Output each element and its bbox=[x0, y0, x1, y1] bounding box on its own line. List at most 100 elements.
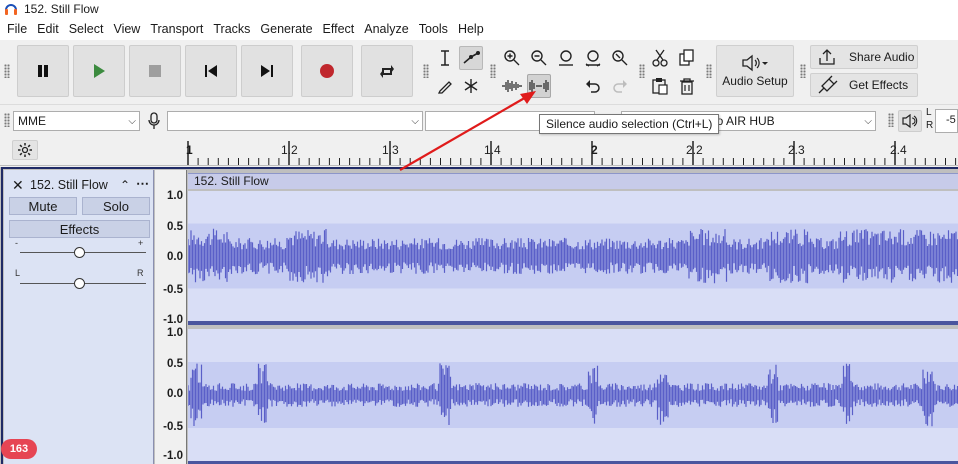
transport-toolbar-grip[interactable] bbox=[4, 64, 10, 78]
zoom-toggle-button[interactable] bbox=[608, 46, 632, 70]
main-toolbar: Audio Setup Share Audio Get Effects bbox=[0, 40, 958, 102]
paste-icon bbox=[652, 78, 668, 95]
menu-tracks[interactable]: Tracks bbox=[208, 18, 255, 40]
cut-button[interactable] bbox=[648, 46, 672, 70]
silence-audio-icon bbox=[529, 80, 549, 92]
skip-to-end-button[interactable] bbox=[241, 45, 293, 97]
edit-toolbar-grip[interactable] bbox=[490, 64, 496, 78]
menu-select[interactable]: Select bbox=[64, 18, 109, 40]
window-title: 152. Still Flow bbox=[24, 2, 99, 16]
get-effects-button[interactable]: Get Effects bbox=[810, 73, 918, 97]
audio-clip[interactable]: 152. Still Flow bbox=[188, 170, 958, 464]
playback-meter[interactable]: -5 bbox=[935, 109, 958, 133]
amplitude-label: -0.5 bbox=[163, 284, 183, 296]
audacity-logo-icon bbox=[5, 4, 17, 15]
pencil-icon bbox=[437, 81, 452, 94]
skip-to-end-icon bbox=[261, 65, 273, 77]
share-audio-button[interactable]: Share Audio bbox=[810, 45, 918, 69]
silence-audio-button[interactable] bbox=[527, 74, 551, 98]
trash-icon bbox=[680, 78, 694, 95]
multi-tool-button[interactable] bbox=[459, 74, 483, 98]
track-name[interactable]: 152. Still Flow bbox=[30, 176, 108, 194]
pause-button[interactable] bbox=[17, 45, 69, 97]
share-toolbar-grip[interactable] bbox=[800, 64, 806, 78]
amplitude-label: 1.0 bbox=[167, 327, 183, 339]
recording-device-select[interactable]: ⌵ bbox=[167, 111, 423, 131]
track-control-panel[interactable]: ✕ 152. Still Flow ⌃ ⋯ Mute Solo Effects … bbox=[4, 170, 154, 464]
zoom-in-button[interactable] bbox=[500, 46, 524, 70]
paste-button[interactable] bbox=[648, 74, 672, 98]
stop-button[interactable] bbox=[129, 45, 181, 97]
redo-button[interactable] bbox=[608, 74, 632, 98]
zoom-out-button[interactable] bbox=[527, 46, 551, 70]
menu-edit[interactable]: Edit bbox=[32, 18, 64, 40]
fit-selection-button[interactable] bbox=[554, 46, 578, 70]
close-track-icon[interactable]: ✕ bbox=[12, 176, 24, 194]
effects-button[interactable]: Effects bbox=[9, 220, 150, 238]
amplitude-label: 1.0 bbox=[167, 190, 183, 202]
gain-slider-handle[interactable] bbox=[74, 247, 85, 258]
gain-minus-label: - bbox=[15, 238, 18, 248]
audio-setup-button[interactable]: Audio Setup bbox=[716, 45, 794, 97]
copy-button[interactable] bbox=[675, 46, 699, 70]
tools-toolbar-grip[interactable] bbox=[423, 64, 429, 78]
menu-tools[interactable]: Tools bbox=[414, 18, 453, 40]
channel-separator bbox=[188, 321, 958, 325]
selection-tool-button[interactable] bbox=[433, 46, 457, 70]
meter-right-label: R bbox=[926, 120, 934, 131]
stop-icon bbox=[149, 65, 161, 77]
skip-to-start-button[interactable] bbox=[185, 45, 237, 97]
loop-button[interactable] bbox=[361, 45, 413, 97]
menu-bar: File Edit Select View Transport Tracks G… bbox=[0, 18, 958, 40]
timeline-ruler[interactable]: 1 1.2 1.3 1.4 2 2.2 2.3 2.4 bbox=[0, 134, 958, 166]
zoom-selection-icon bbox=[559, 50, 573, 66]
record-button[interactable] bbox=[301, 45, 353, 97]
audio-setup-toolbar-grip[interactable] bbox=[706, 64, 712, 78]
track-menu-icon[interactable]: ⋯ bbox=[136, 176, 149, 192]
mute-button[interactable]: Mute bbox=[9, 197, 77, 215]
meter-value: -5 bbox=[946, 114, 956, 126]
waveform[interactable] bbox=[188, 189, 958, 464]
menu-file[interactable]: File bbox=[2, 18, 32, 40]
chevron-down-icon: ⌵ bbox=[864, 116, 872, 127]
speaker-icon bbox=[902, 114, 918, 128]
trim-audio-button[interactable] bbox=[500, 74, 524, 98]
clipboard-toolbar-grip[interactable] bbox=[639, 64, 645, 78]
menu-transport[interactable]: Transport bbox=[145, 18, 208, 40]
solo-button[interactable]: Solo bbox=[82, 197, 150, 215]
device-toolbar-grip[interactable] bbox=[4, 113, 10, 127]
playback-meter-button[interactable] bbox=[898, 110, 922, 132]
zoom-out-icon bbox=[531, 50, 547, 66]
ruler-tick-label: 1 bbox=[186, 143, 193, 157]
menu-view[interactable]: View bbox=[108, 18, 145, 40]
menu-analyze[interactable]: Analyze bbox=[359, 18, 413, 40]
ruler-tick-label: 2 bbox=[591, 143, 598, 157]
meter-toolbar-grip[interactable] bbox=[888, 113, 894, 127]
fit-project-button[interactable] bbox=[581, 46, 605, 70]
ruler-ticks bbox=[187, 141, 957, 165]
collapse-track-icon[interactable]: ⌃ bbox=[120, 176, 130, 194]
amplitude-label: -1.0 bbox=[163, 314, 183, 326]
undo-button[interactable] bbox=[581, 74, 605, 98]
menu-help[interactable]: Help bbox=[453, 18, 489, 40]
amplitude-label: 0.5 bbox=[167, 221, 183, 233]
track-area[interactable]: ✕ 152. Still Flow ⌃ ⋯ Mute Solo Effects … bbox=[0, 167, 958, 464]
title-bar: 152. Still Flow bbox=[0, 0, 958, 18]
share-audio-label: Share Audio bbox=[849, 50, 915, 64]
track-header: ✕ 152. Still Flow ⌃ ⋯ bbox=[4, 176, 154, 194]
clip-header[interactable]: 152. Still Flow bbox=[188, 173, 958, 189]
play-icon bbox=[94, 64, 105, 78]
chevron-down-icon: ⌵ bbox=[128, 116, 136, 127]
ruler-tick-label: 1.4 bbox=[484, 143, 501, 157]
menu-effect[interactable]: Effect bbox=[318, 18, 360, 40]
draw-tool-button[interactable] bbox=[433, 74, 457, 98]
envelope-tool-button[interactable] bbox=[459, 46, 483, 70]
vertical-amplitude-ruler[interactable]: 1.0 0.5 0.0 -0.5 -1.0 1.0 0.5 0.0 -0.5 -… bbox=[155, 170, 187, 464]
play-button[interactable] bbox=[73, 45, 125, 97]
get-effects-label: Get Effects bbox=[849, 78, 909, 92]
menu-generate[interactable]: Generate bbox=[255, 18, 317, 40]
audio-host-select[interactable]: MME ⌵ bbox=[13, 111, 140, 131]
pan-slider-handle[interactable] bbox=[74, 278, 85, 289]
plug-icon bbox=[818, 75, 838, 94]
delete-button[interactable] bbox=[675, 74, 699, 98]
